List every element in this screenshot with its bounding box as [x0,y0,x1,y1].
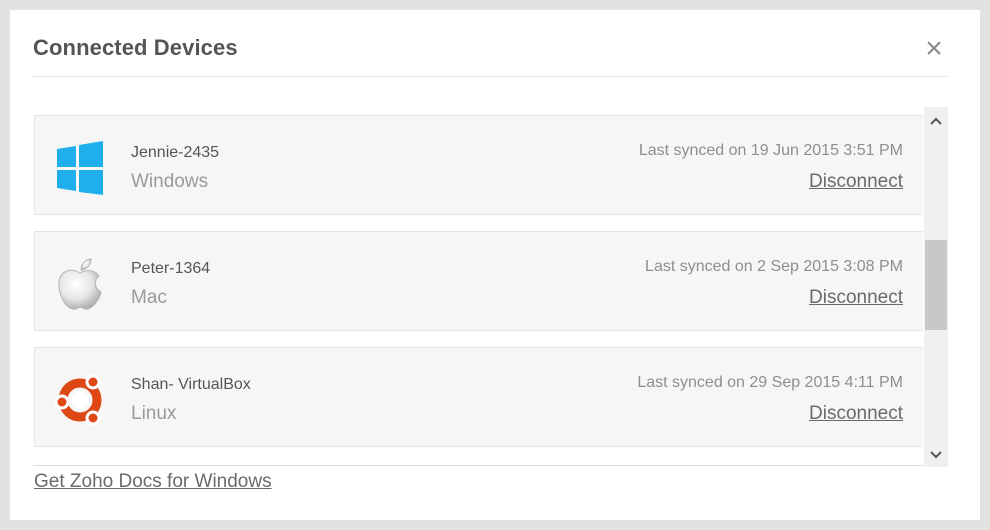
device-name: Shan- VirtualBox [131,376,251,393]
chevron-up-icon[interactable] [924,110,948,130]
device-name: Peter-1364 [131,260,211,277]
last-synced-text: Last synced on 29 Sep 2015 4:11 PM [637,374,903,391]
disconnect-link[interactable]: Disconnect [809,171,903,193]
connected-devices-dialog: Connected Devices × Jennie-2435 Windows … [10,10,980,520]
ubuntu-logo-icon [53,372,107,428]
apple-logo-icon [53,256,107,312]
device-card: Peter-1364 Mac Last synced on 2 Sep 2015… [34,231,923,331]
device-list[interactable]: Jennie-2435 Windows Last synced on 19 Ju… [33,115,923,465]
device-card: Jennie-2435 Windows Last synced on 19 Ju… [34,115,923,215]
disconnect-link[interactable]: Disconnect [809,287,903,309]
scrollbar-thumb[interactable] [925,240,947,330]
device-card: Shan- VirtualBox Linux Last synced on 29… [34,347,923,447]
header-divider [33,76,948,77]
disconnect-link[interactable]: Disconnect [809,403,903,425]
dialog-title: Connected Devices [33,35,238,60]
device-os: Windows [131,171,209,192]
get-zoho-docs-link[interactable]: Get Zoho Docs for Windows [34,471,272,493]
last-synced-text: Last synced on 19 Jun 2015 3:51 PM [638,142,903,159]
chevron-down-icon[interactable] [924,444,948,464]
last-synced-text: Last synced on 2 Sep 2015 3:08 PM [645,258,903,275]
windows-logo-icon [53,140,107,196]
scrollbar[interactable] [924,107,948,467]
device-name: Jennie-2435 [131,144,220,161]
device-os: Mac [131,287,167,308]
close-icon[interactable]: × [922,34,946,64]
footer-divider [33,465,923,466]
device-os: Linux [131,403,177,424]
